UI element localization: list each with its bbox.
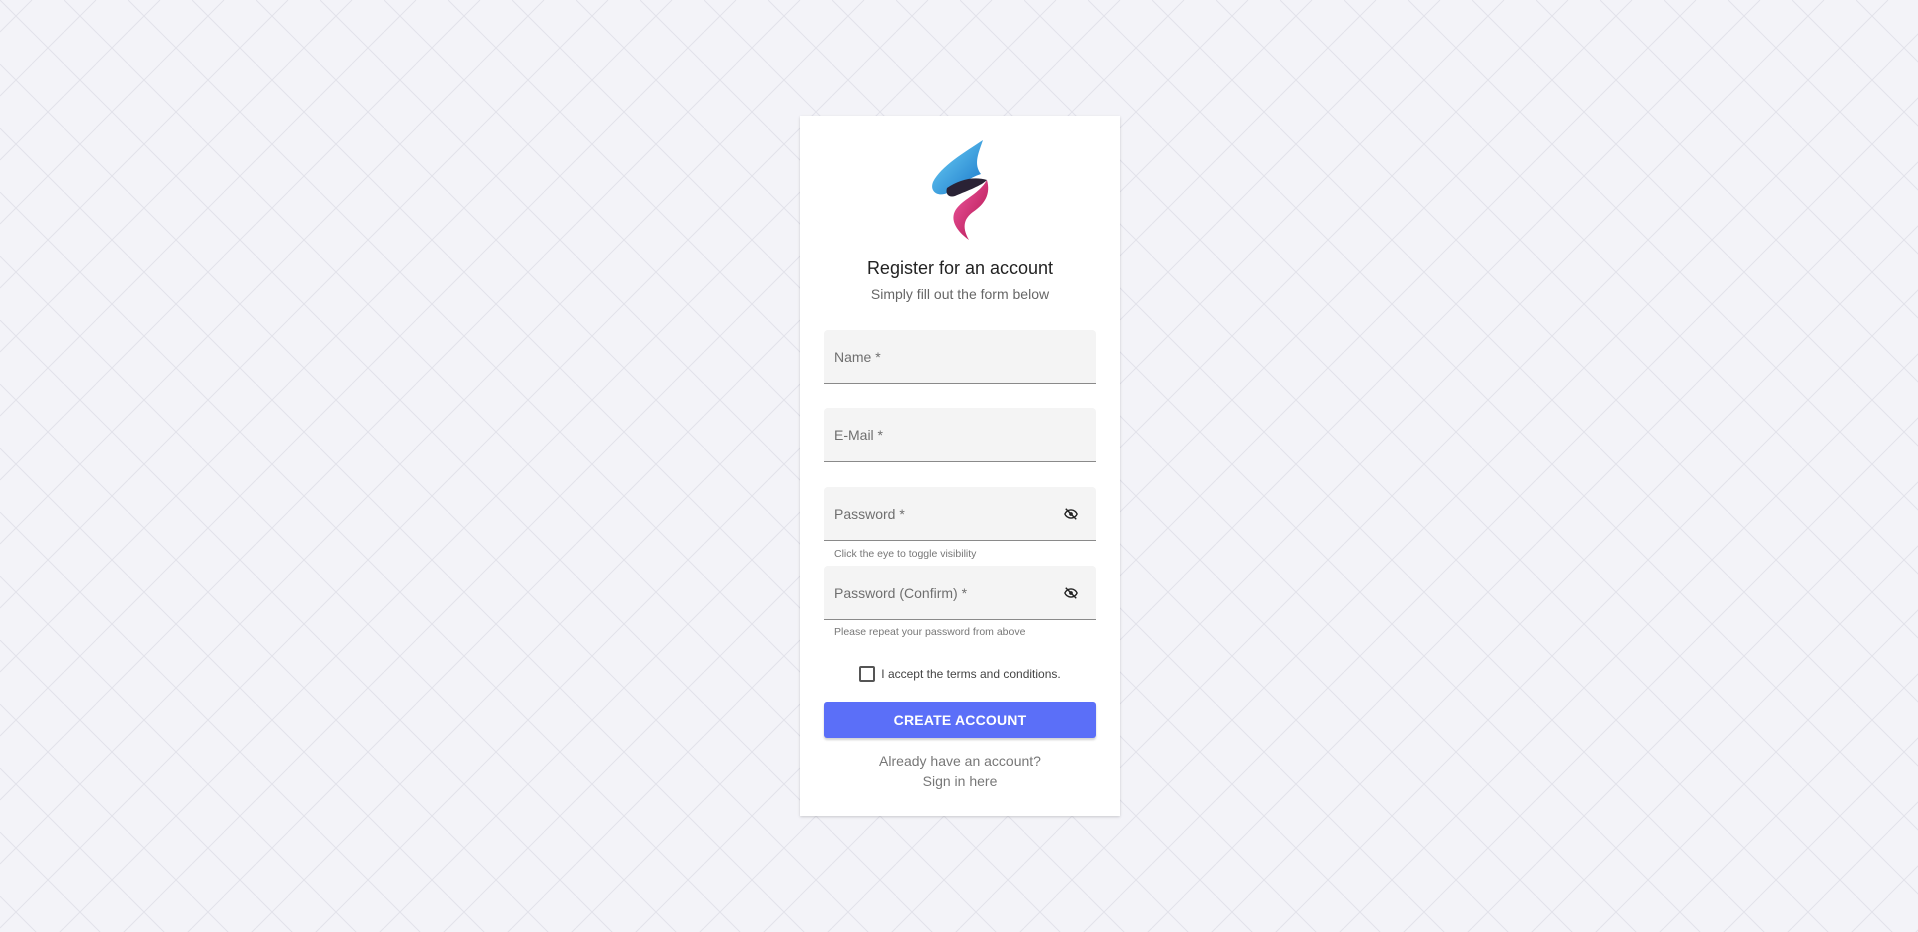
page-subtitle: Simply fill out the form below [870, 286, 1050, 302]
register-card: Register for an account Simply fill out … [800, 116, 1120, 816]
terms-checkbox[interactable] [859, 665, 876, 682]
password-hint: Click the eye to toggle visibility [834, 548, 977, 560]
terms-label[interactable]: I accept the terms and conditions. [881, 667, 1060, 681]
password-confirm-field[interactable] [824, 566, 1096, 620]
email-input[interactable] [834, 408, 1054, 462]
page-title: Register for an account [866, 258, 1054, 278]
eye-off-icon[interactable] [1064, 586, 1078, 600]
password-field[interactable] [824, 487, 1096, 541]
password-input[interactable] [834, 487, 1054, 541]
eye-off-icon[interactable] [1064, 507, 1078, 521]
create-account-button[interactable]: CREATE ACCOUNT [824, 702, 1096, 738]
terms-row: I accept the terms and conditions. [800, 665, 1120, 685]
brand-logo [932, 140, 989, 240]
email-field[interactable] [824, 408, 1096, 462]
already-account-text: Already have an account? [879, 753, 1041, 769]
sign-in-link[interactable]: Sign in here [800, 773, 1120, 789]
password-confirm-hint: Please repeat your password from above [834, 626, 1026, 638]
password-confirm-input[interactable] [834, 566, 1054, 620]
name-field[interactable] [824, 330, 1096, 384]
name-input[interactable] [834, 330, 1054, 384]
